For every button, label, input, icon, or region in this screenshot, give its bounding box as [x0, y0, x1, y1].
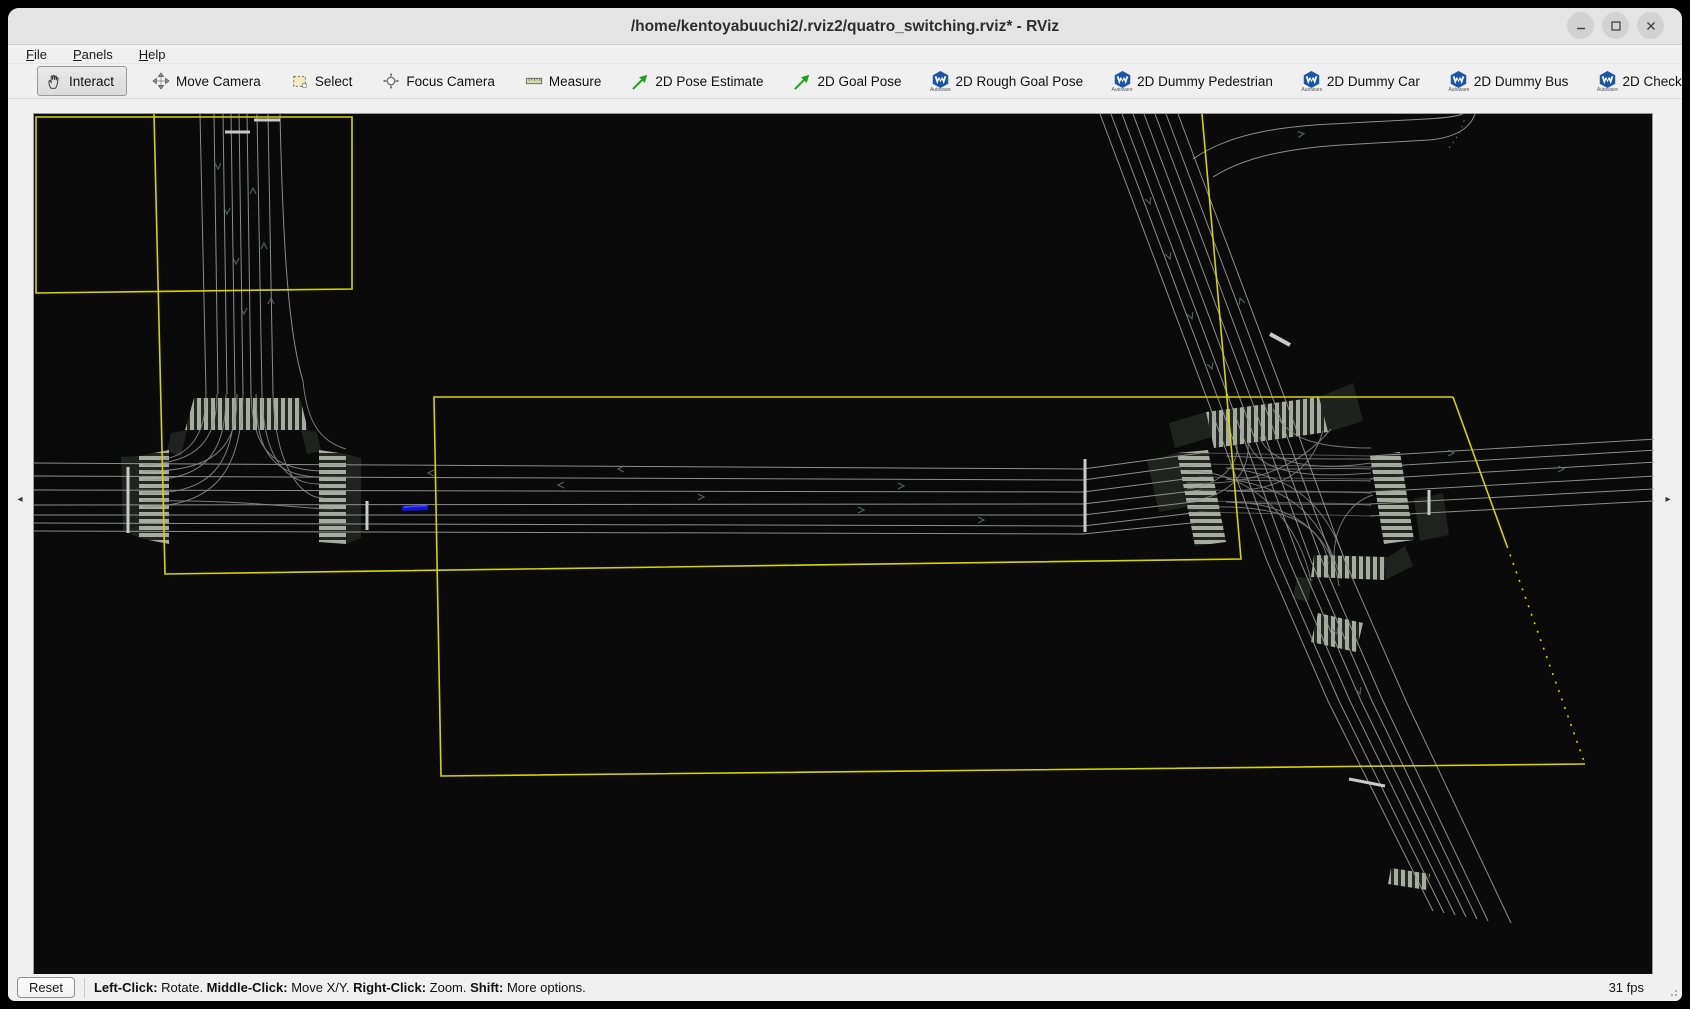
tool-2d-dummy-bus[interactable]: Autoware 2D Dummy Bus [1444, 67, 1574, 95]
maximize-icon [1610, 20, 1622, 32]
autoware-icon: Autoware [1302, 70, 1322, 92]
tool-measure[interactable]: Measure [519, 67, 607, 95]
toolbar: Interact Move Camera Select [8, 63, 1682, 99]
menubar: File Panels Help [8, 45, 1682, 63]
menu-panels[interactable]: Panels [73, 47, 113, 62]
minimize-icon [1575, 20, 1587, 32]
pose-marker [402, 505, 428, 511]
mouse-hints: Left-Click: Rotate. Middle-Click: Move X… [94, 980, 586, 995]
tool-label: 2D Rough Goal Pose [956, 74, 1084, 89]
tool-label: Measure [549, 74, 602, 89]
green-arrow-icon [792, 70, 812, 92]
tool-2d-dummy-car[interactable]: Autoware 2D Dummy Car [1297, 67, 1425, 95]
tool-label: 2D Dummy Car [1327, 74, 1420, 89]
tool-2d-checkpoint-pose[interactable]: Autoware 2D Checkpoint Pose [1592, 67, 1682, 95]
resize-grip[interactable] [1667, 986, 1679, 998]
right-panel-expand-arrow[interactable]: ▸ [1663, 491, 1673, 507]
tool-label: Select [315, 74, 353, 89]
window-title: /home/kentoyabuuchi2/.rviz2/quatro_switc… [8, 8, 1682, 45]
autoware-icon: Autoware [931, 70, 951, 92]
statusbar-separator [84, 978, 85, 998]
hand-icon [44, 70, 64, 92]
3d-viewport[interactable] [33, 113, 1653, 975]
tool-label: 2D Pose Estimate [655, 74, 763, 89]
ruler-icon [524, 70, 544, 92]
selection-box-icon [290, 70, 310, 92]
green-arrow-icon [630, 70, 650, 92]
minimize-button[interactable] [1567, 12, 1594, 39]
tool-label: 2D Goal Pose [817, 74, 901, 89]
tool-2d-pose-estimate[interactable]: 2D Pose Estimate [625, 67, 768, 95]
tool-interact[interactable]: Interact [37, 66, 127, 96]
tool-label: 2D Checkpoint Pose [1622, 74, 1682, 89]
statusbar: Reset Left-Click: Rotate. Middle-Click: … [8, 974, 1682, 1001]
rviz-window: /home/kentoyabuuchi2/.rviz2/quatro_switc… [8, 8, 1682, 1001]
close-icon [1645, 20, 1657, 32]
tool-label: Focus Camera [406, 74, 495, 89]
autoware-icon: Autoware [1449, 70, 1469, 92]
left-panel-expand-arrow[interactable]: ◂ [15, 491, 25, 507]
tool-label: Move Camera [176, 74, 261, 89]
close-button[interactable] [1637, 12, 1664, 39]
move-camera-icon [151, 70, 171, 92]
tool-label: 2D Dummy Bus [1474, 74, 1569, 89]
tool-move-camera[interactable]: Move Camera [146, 67, 266, 95]
tool-select[interactable]: Select [285, 67, 358, 95]
focus-crosshair-icon [381, 70, 401, 92]
tool-focus-camera[interactable]: Focus Camera [376, 67, 500, 95]
tool-label: 2D Dummy Pedestrian [1137, 74, 1273, 89]
titlebar[interactable]: /home/kentoyabuuchi2/.rviz2/quatro_switc… [8, 8, 1682, 45]
tool-2d-dummy-pedestrian[interactable]: Autoware 2D Dummy Pedestrian [1107, 67, 1278, 95]
reset-button[interactable]: Reset [17, 977, 75, 998]
menu-help[interactable]: Help [139, 47, 166, 62]
tool-2d-rough-goal-pose[interactable]: Autoware 2D Rough Goal Pose [926, 67, 1089, 95]
menu-file[interactable]: File [26, 47, 47, 62]
lanelet-map-render [34, 114, 1654, 976]
tool-label: Interact [69, 74, 114, 89]
autoware-icon: Autoware [1597, 70, 1617, 92]
maximize-button[interactable] [1602, 12, 1629, 39]
fps-counter: 31 fps [1609, 980, 1644, 995]
autoware-icon: Autoware [1112, 70, 1132, 92]
tool-2d-goal-pose[interactable]: 2D Goal Pose [787, 67, 906, 95]
